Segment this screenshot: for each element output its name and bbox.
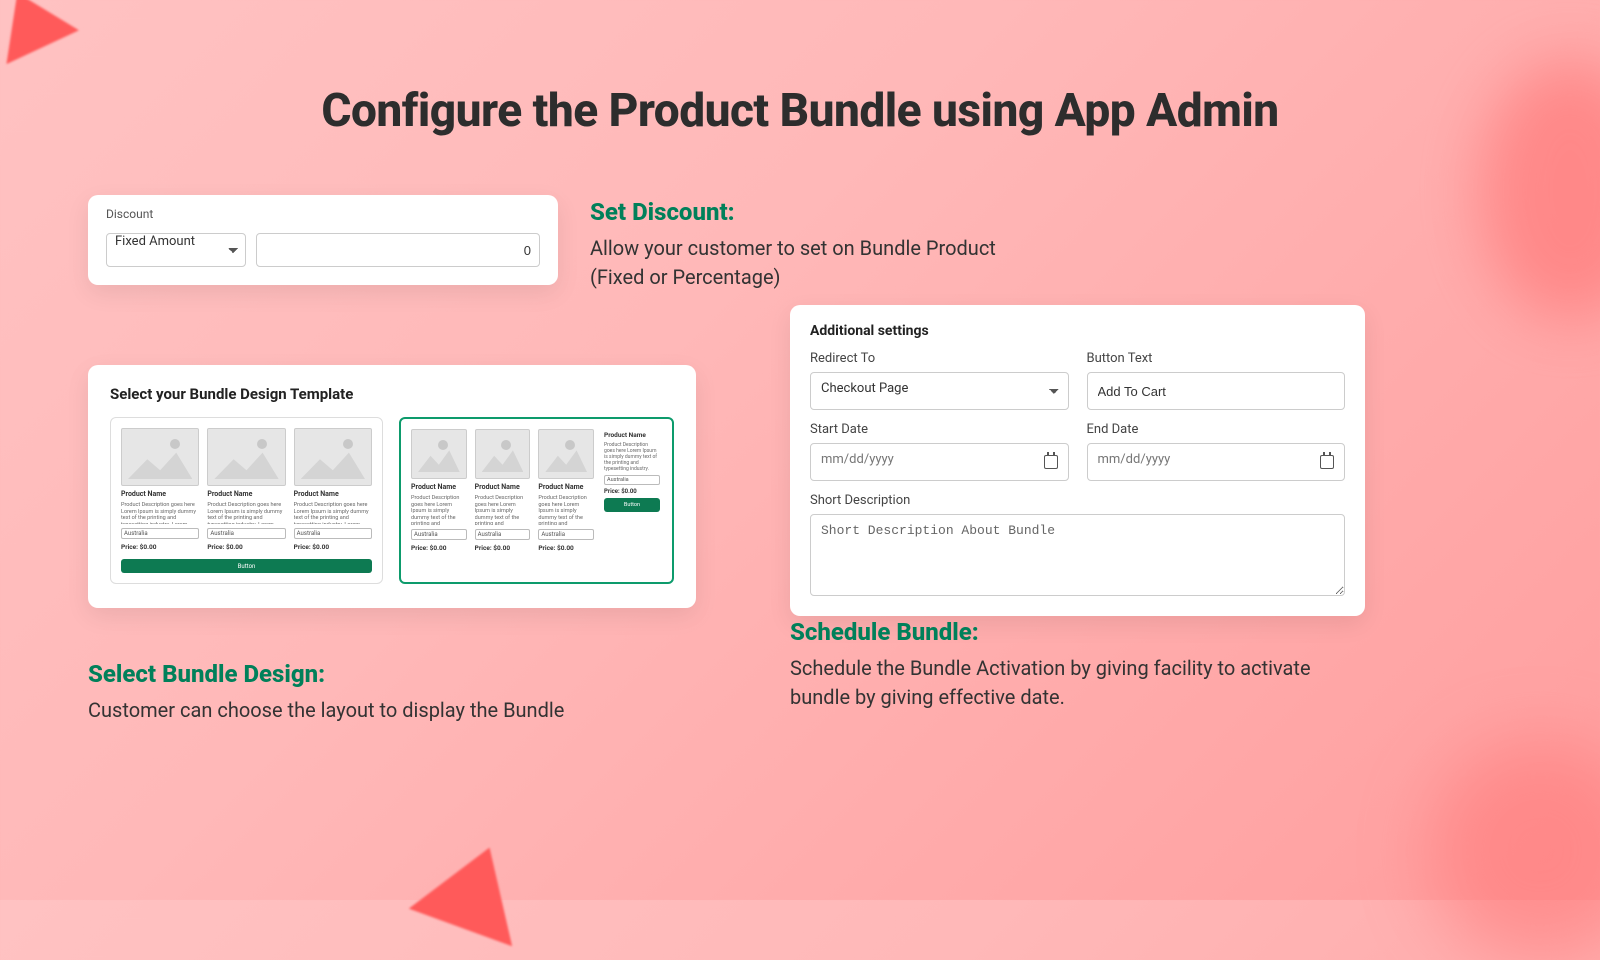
page-title: Configure the Product Bundle using App A…: [0, 0, 1600, 138]
product-name: Product Name: [411, 483, 467, 491]
variant-select: Australia: [207, 528, 285, 539]
image-placeholder-icon: [475, 429, 531, 479]
select-design-section: Select Bundle Design: Customer can choos…: [88, 660, 698, 725]
end-date-label: End Date: [1087, 422, 1346, 437]
product-desc: Product Description goes here Lorem Ipsu…: [538, 495, 594, 525]
set-discount-section: Set Discount: Allow your customer to set…: [590, 198, 1020, 292]
variant-select: Australia: [538, 529, 594, 540]
button-text-input[interactable]: [1087, 372, 1346, 410]
additional-settings-card: Additional settings Redirect To Checkout…: [790, 305, 1365, 616]
calendar-icon: [1320, 455, 1334, 469]
bundle-button: Button: [604, 498, 660, 512]
decor-blur: [1430, 740, 1600, 960]
decor-triangle: [409, 829, 541, 946]
schedule-text: Schedule the Bundle Activation by giving…: [790, 654, 1370, 712]
additional-settings-heading: Additional settings: [810, 323, 1345, 339]
start-date-label: Start Date: [810, 422, 1069, 437]
button-text-label: Button Text: [1087, 351, 1346, 366]
product-price: Price: $0.00: [475, 544, 531, 552]
variant-select: Australia: [604, 475, 660, 485]
image-placeholder-icon: [538, 429, 594, 479]
date-placeholder: mm/dd/yyyy: [1098, 452, 1171, 467]
product-name: Product Name: [207, 490, 285, 498]
variant-select: Australia: [411, 529, 467, 540]
select-design-text: Customer can choose the layout to displa…: [88, 696, 698, 725]
product-name: Product Name: [604, 431, 660, 439]
product-desc: Product Description goes here Lorem Ipsu…: [604, 442, 660, 472]
variant-select: Australia: [121, 528, 199, 539]
redirect-label: Redirect To: [810, 351, 1069, 366]
product-price: Price: $0.00: [207, 543, 285, 551]
product-desc: Product Description goes here Lorem Ipsu…: [411, 495, 467, 525]
product-desc: Product Description goes here Lorem Ipsu…: [207, 502, 285, 524]
image-placeholder-icon: [121, 428, 199, 486]
calendar-icon: [1044, 455, 1058, 469]
product-price: Price: $0.00: [121, 543, 199, 551]
product-price: Price: $0.00: [411, 544, 467, 552]
product-price: Price: $0.00: [294, 543, 372, 551]
product-desc: Product Description goes here Lorem Ipsu…: [121, 502, 199, 524]
redirect-select[interactable]: Checkout Page: [810, 372, 1069, 410]
product-desc: Product Description goes here Lorem Ipsu…: [294, 502, 372, 524]
end-date-input[interactable]: mm/dd/yyyy: [1087, 443, 1346, 481]
short-desc-label: Short Description: [810, 493, 1345, 508]
image-placeholder-icon: [207, 428, 285, 486]
discount-value-input[interactable]: [256, 233, 540, 267]
discount-type-select[interactable]: Fixed Amount: [106, 233, 246, 267]
product-name: Product Name: [538, 483, 594, 491]
template-label: Select your Bundle Design Template: [110, 385, 674, 403]
product-name: Product Name: [121, 490, 199, 498]
date-placeholder: mm/dd/yyyy: [821, 452, 894, 467]
template-option-a[interactable]: Product Name Product Description goes he…: [110, 417, 383, 584]
product-desc: Product Description goes here Lorem Ipsu…: [475, 495, 531, 525]
short-desc-textarea[interactable]: [810, 514, 1345, 596]
variant-select: Australia: [294, 528, 372, 539]
schedule-section: Schedule Bundle: Schedule the Bundle Act…: [790, 618, 1370, 712]
template-option-b[interactable]: Product Name Product Description goes he…: [399, 417, 674, 584]
discount-card: Discount Fixed Amount: [88, 195, 558, 285]
image-placeholder-icon: [294, 428, 372, 486]
start-date-input[interactable]: mm/dd/yyyy: [810, 443, 1069, 481]
image-placeholder-icon: [411, 429, 467, 479]
product-name: Product Name: [294, 490, 372, 498]
set-discount-text: Allow your customer to set on Bundle Pro…: [590, 234, 1020, 292]
schedule-title: Schedule Bundle:: [790, 618, 1370, 646]
set-discount-title: Set Discount:: [590, 198, 1020, 226]
template-card: Select your Bundle Design Template Produ…: [88, 365, 696, 608]
variant-select: Australia: [475, 529, 531, 540]
product-price: Price: $0.00: [538, 544, 594, 552]
product-price: Price: $0.00: [604, 488, 660, 495]
product-name: Product Name: [475, 483, 531, 491]
select-design-title: Select Bundle Design:: [88, 660, 698, 688]
discount-label: Discount: [106, 207, 540, 221]
bundle-button: Button: [121, 559, 372, 573]
